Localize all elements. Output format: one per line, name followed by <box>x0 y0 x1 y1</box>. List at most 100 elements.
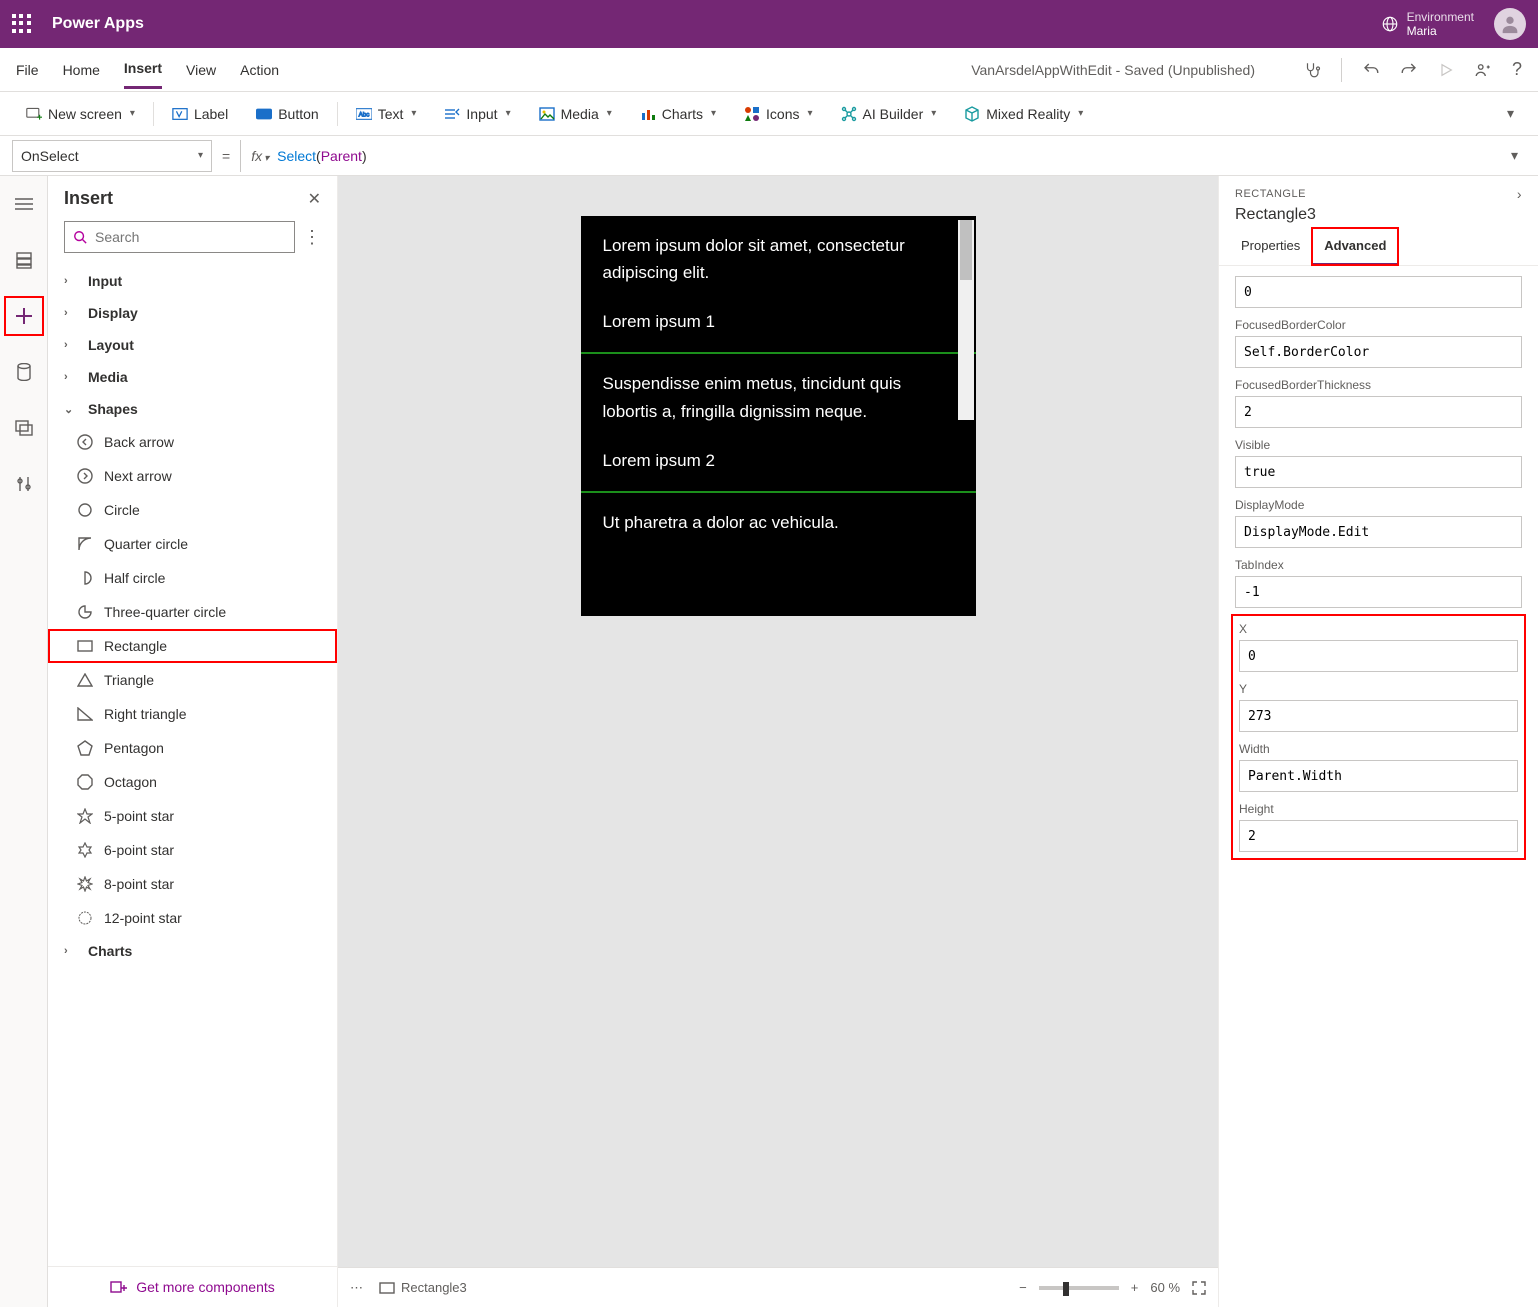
formula-expand-icon[interactable]: ▾ <box>1503 147 1526 164</box>
shape-8-star[interactable]: 8-point star <box>48 867 337 901</box>
tab-advanced[interactable]: Advanced <box>1312 228 1398 265</box>
property-dropdown[interactable]: OnSelect ▾ <box>12 140 212 172</box>
tree-view-icon[interactable] <box>8 244 40 276</box>
menu-action[interactable]: Action <box>240 52 279 88</box>
redo-icon[interactable] <box>1400 61 1418 79</box>
data-icon[interactable] <box>8 356 40 388</box>
shape-next-arrow[interactable]: Next arrow <box>48 459 337 493</box>
zoom-slider[interactable] <box>1039 1286 1119 1290</box>
shape-12-star[interactable]: 12-point star <box>48 901 337 935</box>
menu-insert[interactable]: Insert <box>124 50 162 89</box>
globe-icon <box>1381 15 1399 33</box>
gallery-item[interactable]: Suspendisse enim metus, tincidunt quis l… <box>581 354 976 492</box>
menu-home[interactable]: Home <box>63 52 100 88</box>
property-field <box>1235 276 1522 308</box>
shape-pentagon[interactable]: Pentagon <box>48 731 337 765</box>
category-shapes[interactable]: ⌄Shapes <box>48 393 337 425</box>
property-input-height[interactable] <box>1239 820 1518 852</box>
text-dropdown[interactable]: Abc Text▾ <box>346 100 427 128</box>
app-header: Power Apps Environment Maria <box>0 0 1538 48</box>
charts-dropdown[interactable]: Charts▾ <box>630 100 726 128</box>
element-name: Rectangle3 <box>1235 206 1522 224</box>
property-input[interactable] <box>1235 396 1522 428</box>
media-rail-icon[interactable] <box>8 412 40 444</box>
scrollbar[interactable] <box>958 220 974 420</box>
category-media[interactable]: ›Media <box>48 361 337 393</box>
equals-label: = <box>222 148 230 164</box>
hamburger-icon[interactable] <box>8 188 40 220</box>
input-dropdown[interactable]: Input▾ <box>434 100 520 128</box>
close-icon[interactable]: ✕ <box>308 189 321 209</box>
more-options-icon[interactable]: ⋮ <box>303 227 321 248</box>
shape-6-star[interactable]: 6-point star <box>48 833 337 867</box>
formula-input[interactable]: fx▾ Select(Parent) <box>240 140 1493 172</box>
property-field: X <box>1239 622 1518 672</box>
left-rail <box>0 176 48 1307</box>
shape-triangle[interactable]: Triangle <box>48 663 337 697</box>
fullscreen-icon[interactable] <box>1192 1281 1206 1295</box>
property-input-x[interactable] <box>1239 640 1518 672</box>
breadcrumb[interactable]: Rectangle3 <box>379 1280 467 1295</box>
stethoscope-icon[interactable] <box>1303 61 1321 79</box>
property-input-width[interactable] <box>1239 760 1518 792</box>
button-button[interactable]: Button <box>246 100 328 128</box>
property-input[interactable] <box>1235 516 1522 548</box>
media-icon <box>539 106 555 122</box>
chevron-right-icon[interactable]: › <box>1517 186 1522 202</box>
shape-rectangle[interactable]: Rectangle <box>48 629 337 663</box>
undo-icon[interactable] <box>1362 61 1380 79</box>
search-input[interactable] <box>64 221 295 253</box>
ai-builder-dropdown[interactable]: AI Builder▾ <box>831 100 947 128</box>
tools-icon[interactable] <box>8 468 40 500</box>
shape-three-quarter-circle[interactable]: Three-quarter circle <box>48 595 337 629</box>
category-display[interactable]: ›Display <box>48 297 337 329</box>
new-screen-button[interactable]: New screen▾ <box>16 100 145 128</box>
menu-file[interactable]: File <box>16 52 39 88</box>
input-icon <box>444 106 460 122</box>
tab-properties[interactable]: Properties <box>1229 228 1312 265</box>
shape-circle[interactable]: Circle <box>48 493 337 527</box>
category-charts[interactable]: ›Charts <box>48 935 337 967</box>
get-more-components[interactable]: Get more components <box>48 1266 337 1307</box>
property-input[interactable] <box>1235 456 1522 488</box>
insert-rail-icon[interactable] <box>8 300 40 332</box>
footer-more-icon[interactable]: ⋯ <box>350 1280 363 1296</box>
label-button[interactable]: Label <box>162 100 238 128</box>
search-icon <box>73 230 87 244</box>
element-type: RECTANGLE <box>1235 188 1306 200</box>
shape-back-arrow[interactable]: Back arrow <box>48 425 337 459</box>
app-title: Power Apps <box>52 15 1381 33</box>
document-title: VanArsdelAppWithEdit - Saved (Unpublishe… <box>971 62 1255 78</box>
shape-half-circle[interactable]: Half circle <box>48 561 337 595</box>
property-input[interactable] <box>1235 276 1522 308</box>
shape-quarter-circle[interactable]: Quarter circle <box>48 527 337 561</box>
zoom-in[interactable]: + <box>1131 1280 1139 1295</box>
property-field: DisplayMode <box>1235 498 1522 548</box>
play-icon[interactable] <box>1438 62 1454 78</box>
property-input[interactable] <box>1235 576 1522 608</box>
media-dropdown[interactable]: Media▾ <box>529 100 622 128</box>
shape-right-triangle[interactable]: Right triangle <box>48 697 337 731</box>
app-preview[interactable]: Lorem ipsum dolor sit amet, consectetur … <box>581 216 976 616</box>
share-icon[interactable] <box>1474 61 1492 79</box>
gallery-item[interactable]: Ut pharetra a dolor ac vehicula. <box>581 493 976 552</box>
svg-text:Abc: Abc <box>358 111 369 118</box>
ribbon-expand-icon[interactable]: ▾ <box>1499 99 1522 128</box>
category-layout[interactable]: ›Layout <box>48 329 337 361</box>
category-input[interactable]: ›Input <box>48 265 337 297</box>
property-input-y[interactable] <box>1239 700 1518 732</box>
property-input[interactable] <box>1235 336 1522 368</box>
chart-icon <box>640 106 656 122</box>
app-launcher-icon[interactable] <box>12 14 32 34</box>
menu-view[interactable]: View <box>186 52 216 88</box>
zoom-out[interactable]: − <box>1019 1280 1027 1295</box>
environment-name: Maria <box>1407 24 1474 38</box>
shape-octagon[interactable]: Octagon <box>48 765 337 799</box>
help-icon[interactable]: ? <box>1512 59 1522 80</box>
gallery-item[interactable]: Lorem ipsum dolor sit amet, consectetur … <box>581 216 976 354</box>
environment-picker[interactable]: Environment Maria <box>1381 10 1474 38</box>
user-avatar[interactable] <box>1494 8 1526 40</box>
icons-dropdown[interactable]: Icons▾ <box>734 100 823 128</box>
shape-5-star[interactable]: 5-point star <box>48 799 337 833</box>
mixed-reality-dropdown[interactable]: Mixed Reality▾ <box>954 100 1093 128</box>
